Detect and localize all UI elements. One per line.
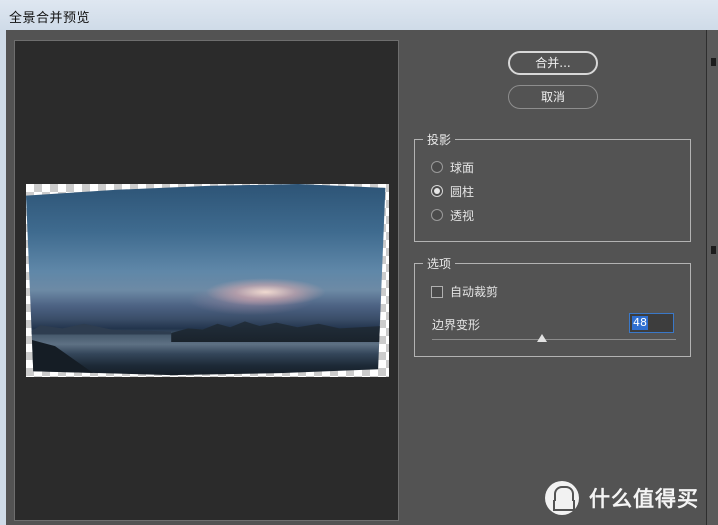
dialog-frame-edge xyxy=(0,30,6,525)
boundary-warp-slider-thumb[interactable] xyxy=(537,334,547,342)
boundary-warp-value: 48 xyxy=(632,316,648,330)
cancel-button[interactable]: 取消 xyxy=(508,85,598,109)
auto-crop-label: 自动裁剪 xyxy=(450,285,499,299)
panorama-preview-image xyxy=(26,184,386,376)
options-group-label: 选项 xyxy=(423,255,456,272)
projection-option-spherical[interactable]: 球面 xyxy=(431,159,474,175)
options-group: 选项 自动裁剪 边界变形 48 xyxy=(414,255,691,357)
projection-option-perspective[interactable]: 透视 xyxy=(431,207,474,223)
radio-button[interactable] xyxy=(431,209,443,221)
radio-button[interactable] xyxy=(431,161,443,173)
background-window-mark xyxy=(711,246,716,254)
boundary-warp-input[interactable]: 48 xyxy=(629,313,674,333)
auto-crop-option[interactable]: 自动裁剪 xyxy=(431,283,498,300)
projection-option-label: 透视 xyxy=(450,208,475,223)
distant-hills xyxy=(26,323,172,335)
dialog-title-bar: 全景合并预览 xyxy=(0,0,718,30)
projection-option-label: 圆柱 xyxy=(450,184,475,199)
site-watermark: 什么值得买 xyxy=(545,480,699,516)
auto-crop-checkbox[interactable] xyxy=(431,285,443,298)
projection-option-label: 球面 xyxy=(450,160,475,175)
panorama-preview-pane xyxy=(14,40,399,521)
background-window-mark xyxy=(711,58,716,66)
projection-option-cylindrical[interactable]: 圆柱 xyxy=(431,183,474,199)
projection-group-label: 投影 xyxy=(423,131,456,148)
watermark-text: 什么值得买 xyxy=(589,487,699,511)
projection-group: 投影 球面 圆柱 透视 xyxy=(414,131,691,242)
radio-button-selected[interactable] xyxy=(431,185,443,197)
watermark-logo-icon xyxy=(545,481,579,515)
merge-button[interactable]: 合并... xyxy=(508,51,598,75)
boundary-warp-label: 边界变形 xyxy=(432,318,481,332)
transparency-checkerboard xyxy=(26,184,389,377)
dialog-title: 全景合并预览 xyxy=(9,11,91,26)
boundary-warp-slider-track[interactable] xyxy=(432,339,676,340)
city-skyline xyxy=(171,321,382,343)
foreground-shore xyxy=(26,338,99,376)
background-window-strip xyxy=(706,30,718,525)
